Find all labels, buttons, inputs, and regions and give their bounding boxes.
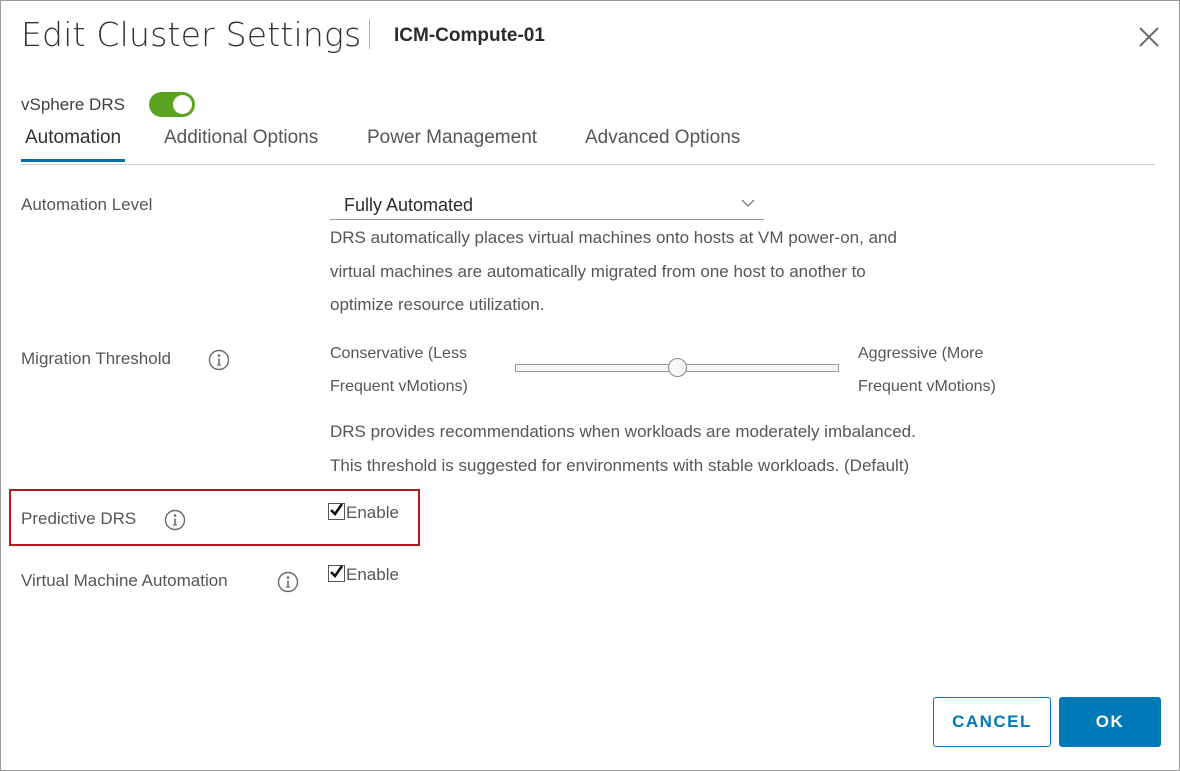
- slider-min-label-line: Frequent vMotions): [330, 378, 468, 395]
- chevron-down-icon: [741, 199, 755, 207]
- tab-power-management[interactable]: Power Management: [363, 125, 541, 159]
- slider-min-label: Conservative (Less Frequent vMotions): [330, 337, 468, 403]
- vsphere-drs-toggle[interactable]: [149, 92, 195, 117]
- description-line: optimize resource utilization.: [330, 295, 545, 314]
- info-icon[interactable]: [277, 571, 299, 593]
- tab-bar: Automation Additional Options Power Mana…: [21, 125, 1155, 165]
- automation-level-value: Fully Automated: [344, 195, 474, 215]
- predictive-drs-label: Predictive DRS: [21, 509, 137, 528]
- description-line: DRS provides recommendations when worklo…: [330, 422, 916, 441]
- tab-advanced-options[interactable]: Advanced Options: [581, 125, 744, 159]
- tab-additional-options[interactable]: Additional Options: [160, 125, 322, 159]
- automation-level-select[interactable]: Fully Automated: [330, 191, 764, 220]
- vsphere-drs-label: vSphere DRS: [21, 95, 125, 114]
- close-icon: [1139, 27, 1159, 47]
- slider-thumb[interactable]: [667, 358, 687, 377]
- description-line: virtual machines are automatically migra…: [330, 261, 866, 281]
- checkmark-icon: [330, 503, 344, 517]
- predictive-drs-checkbox[interactable]: [328, 503, 345, 520]
- toggle-knob: [173, 95, 192, 114]
- vm-automation-checkbox-label[interactable]: Enable: [346, 565, 399, 585]
- automation-level-label: Automation Level: [21, 195, 153, 214]
- ok-button[interactable]: OK: [1059, 697, 1161, 747]
- cluster-name: ICM-Compute-01: [394, 25, 545, 46]
- slider-min-label-line: Conservative (Less: [330, 345, 467, 362]
- info-icon[interactable]: [208, 349, 230, 371]
- close-button[interactable]: [1135, 23, 1163, 51]
- tab-automation[interactable]: Automation: [21, 125, 126, 162]
- slider-max-label-line: Frequent vMotions): [858, 378, 996, 395]
- slider-max-label-line: Aggressive (More: [858, 345, 984, 362]
- checkmark-icon: [330, 565, 344, 579]
- title-divider: [369, 19, 370, 49]
- edit-cluster-settings-dialog: Edit Cluster Settings ICM-Compute-01 vSp…: [0, 0, 1180, 771]
- description-line: DRS automatically places virtual machine…: [330, 228, 897, 247]
- migration-threshold-description: DRS provides recommendations when worklo…: [330, 415, 916, 482]
- migration-threshold-label: Migration Threshold: [21, 349, 171, 368]
- predictive-drs-checkbox-label[interactable]: Enable: [346, 503, 399, 523]
- vm-automation-label: Virtual Machine Automation: [21, 571, 228, 590]
- vm-automation-checkbox[interactable]: [328, 565, 345, 582]
- automation-level-description: DRS automatically places virtual machine…: [330, 221, 897, 322]
- info-icon[interactable]: [164, 509, 186, 531]
- description-line: This threshold is suggested for environm…: [330, 455, 910, 475]
- dialog-title: Edit Cluster Settings: [21, 15, 362, 54]
- slider-max-label: Aggressive (More Frequent vMotions): [858, 337, 996, 403]
- cancel-button[interactable]: CANCEL: [933, 697, 1051, 747]
